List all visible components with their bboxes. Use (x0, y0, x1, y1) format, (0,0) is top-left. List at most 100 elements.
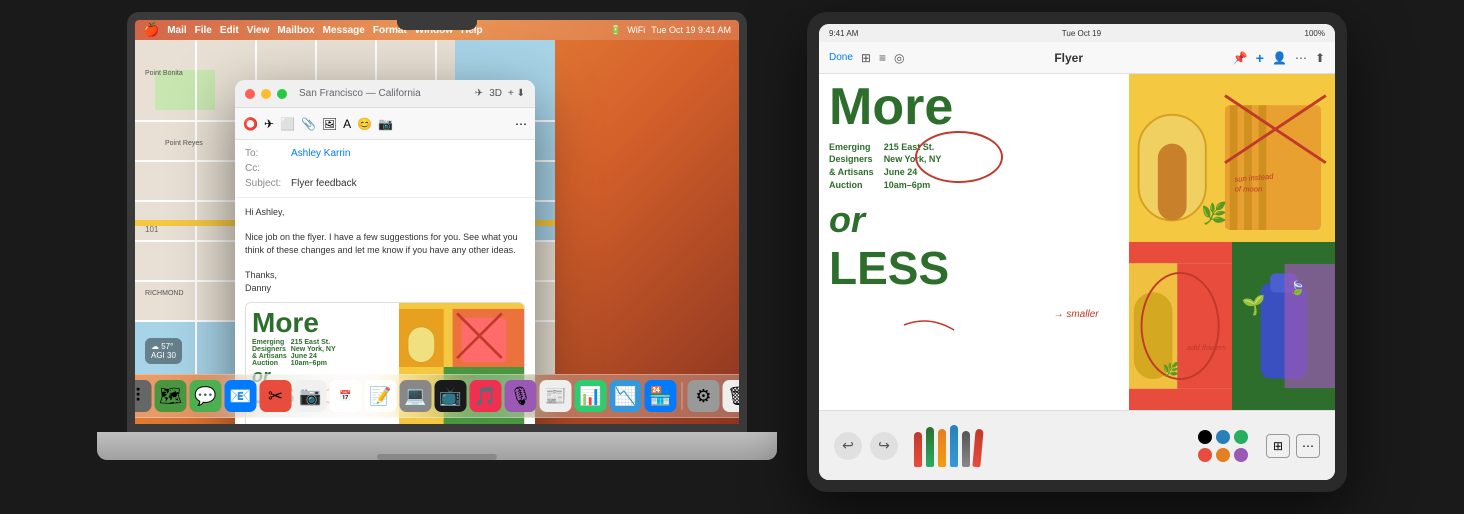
weather-widget: ☁ 57°AGI 30 (145, 338, 182, 364)
dock-icon-scissors[interactable]: ✂ (260, 380, 292, 412)
pen-red[interactable] (914, 432, 922, 467)
emoji-icon[interactable]: 😊 (357, 117, 372, 131)
maximize-button[interactable] (277, 89, 287, 99)
format-icon[interactable]: ⭕ (243, 117, 258, 131)
mail-titlebar: San Francisco — California ✈ 3D + ⬇ (235, 80, 535, 108)
color-red[interactable] (1198, 448, 1212, 462)
macbook: 🍎 Mail File Edit View Mailbox Message Fo… (97, 12, 777, 502)
menu-mailbox[interactable]: Mailbox (277, 25, 314, 36)
minimize-button[interactable] (261, 89, 271, 99)
font-icon[interactable]: A (343, 117, 351, 131)
close-button[interactable] (245, 89, 255, 99)
color-green[interactable] (1234, 430, 1248, 444)
pen-green[interactable] (926, 427, 934, 467)
to-label: To: (245, 148, 285, 159)
dock-divider (682, 382, 683, 410)
mini-info-2: 215 East St.New York, NYJune 2410am–6pm (291, 339, 336, 367)
more-tools-icon[interactable]: ⋯ (1296, 434, 1320, 458)
dock-icon-launchpad[interactable]: ⠿ (127, 380, 152, 412)
pen-gray[interactable] (962, 431, 970, 467)
ipad-flyer-side-br: 🌱 🍃 (1232, 242, 1335, 410)
to-value: Ashley Karrin (291, 148, 350, 159)
wifi-icon: WiFi (627, 25, 645, 35)
pin-icon[interactable]: 📌 (1233, 51, 1248, 65)
toolbar-right-icons: ⊞ ⋯ (1266, 434, 1320, 458)
dock-icon-trash[interactable]: 🗑 (723, 380, 748, 412)
done-button[interactable]: Done (829, 52, 853, 63)
more-icon[interactable]: + ⬇ (508, 88, 525, 99)
color-black[interactable] (1198, 430, 1212, 444)
ipad-flyer-side: 🌿 sun instead of moon (1129, 74, 1335, 410)
color-orange[interactable] (1216, 448, 1230, 462)
dock-icon-calendar[interactable]: 📅 (330, 380, 362, 412)
dock-icon-keynote[interactable]: 📉 (610, 380, 642, 412)
mail-body[interactable]: Hi Ashley, Nice job on the flyer. I have… (235, 198, 535, 302)
ellipsis-icon[interactable]: ⋯ (1295, 51, 1307, 65)
dock-icon-music[interactable]: 🎵 (470, 380, 502, 412)
menu-edit[interactable]: Edit (220, 25, 239, 36)
ipad-bottom-toolbar: ↩ ↪ (819, 410, 1335, 480)
macbook-screen: 🍎 Mail File Edit View Mailbox Message Fo… (127, 12, 747, 432)
layout-icon[interactable]: ⬜ (280, 117, 295, 131)
flag-icon[interactable]: ✈ (264, 117, 274, 131)
ipad-side-br-svg: 🌱 🍃 (1232, 242, 1335, 410)
mail-compose-toolbar: ⭕ ✈ ⬜ 📎 🖼 A 😊 📷 ⋯ (235, 108, 535, 140)
people-icon[interactable]: 👤 (1272, 51, 1287, 65)
mail-subject-field[interactable]: Subject: Flyer feedback (245, 176, 525, 191)
macos-desktop: 🍎 Mail File Edit View Mailbox Message Fo… (135, 20, 739, 424)
dock-icon-tv[interactable]: 📺 (435, 380, 467, 412)
dock-icon-reminders[interactable]: 📝 (365, 380, 397, 412)
svg-text:🌿: 🌿 (1162, 361, 1179, 377)
mail-body-closing: Thanks,Danny (245, 269, 525, 294)
apple-menu[interactable]: 🍎 (143, 22, 159, 38)
mini-flyer-info: EmergingDesigners& ArtisansAuction 215 E… (252, 339, 393, 367)
dock-icon-settings[interactable]: ⚙ (688, 380, 720, 412)
dock-icon-news[interactable]: 📰 (540, 380, 572, 412)
mail-cc-field[interactable]: Cc: (245, 161, 525, 176)
share-icon[interactable]: ⬆ (1315, 51, 1325, 65)
color-row-bottom (1198, 448, 1248, 462)
redo-button[interactable]: ↪ (870, 432, 898, 460)
color-swatches (1198, 430, 1248, 462)
dock-icon-mail[interactable]: 📧 (225, 380, 257, 412)
clip-icon[interactable]: 📎 (301, 117, 316, 131)
attach-icon[interactable]: 3D (489, 88, 502, 99)
menu-view[interactable]: View (247, 25, 270, 36)
ipad-flyer-less: LESS (829, 241, 1119, 295)
grid-icon[interactable]: ⊞ (1266, 434, 1290, 458)
camera-icon[interactable]: 📷 (378, 117, 393, 131)
image-icon[interactable]: 🖼 (322, 117, 337, 131)
color-blue[interactable] (1216, 430, 1230, 444)
dock-icon-finder[interactable]: 💻 (400, 380, 432, 412)
menu-message[interactable]: Message (323, 25, 365, 36)
lasso-icon[interactable]: ◎ (894, 51, 904, 65)
pen-tools (914, 425, 982, 467)
macbook-body (97, 432, 777, 460)
ipad-statusbar: 9:41 AM Tue Oct 19 100% (819, 24, 1335, 42)
pen-blue[interactable] (950, 425, 958, 467)
svg-text:🍃: 🍃 (1289, 280, 1306, 296)
view-icon[interactable]: ⊞ (861, 51, 871, 65)
list-icon[interactable]: ≡ (879, 51, 886, 65)
ipad-flyer: More EmergingDesigners& ArtisansAuction … (819, 74, 1335, 410)
dock-icon-podcasts[interactable]: 🎙 (505, 380, 537, 412)
color-purple[interactable] (1234, 448, 1248, 462)
undo-button[interactable]: ↩ (834, 432, 862, 460)
send-icon[interactable]: ✈ (475, 88, 483, 99)
more-toolbar-icon[interactable]: ⋯ (515, 117, 527, 131)
ipad-screen: 9:41 AM Tue Oct 19 100% Done ⊞ ≡ ◎ Flyer… (819, 24, 1335, 480)
dock-icon-photos[interactable]: 📷 (295, 380, 327, 412)
dock-icon-maps[interactable]: 🗺 (155, 380, 187, 412)
add-button[interactable]: + (1256, 50, 1264, 66)
pen-red-2[interactable] (972, 428, 983, 467)
ipad-date: Tue Oct 19 (1062, 29, 1101, 38)
app-menu-mail[interactable]: Mail (167, 25, 186, 36)
dock-icon-numbers[interactable]: 📊 (575, 380, 607, 412)
mail-to-field[interactable]: To: Ashley Karrin (245, 146, 525, 161)
ipad-side-top-svg: 🌿 sun instead of moon (1129, 74, 1335, 242)
dock-icon-appstore[interactable]: 🏪 (645, 380, 677, 412)
menu-file[interactable]: File (195, 25, 212, 36)
dock-icon-messages[interactable]: 💬 (190, 380, 222, 412)
pen-orange[interactable] (938, 429, 946, 467)
ipad-side-bl-svg: 🌿 add flowers (1129, 242, 1232, 410)
